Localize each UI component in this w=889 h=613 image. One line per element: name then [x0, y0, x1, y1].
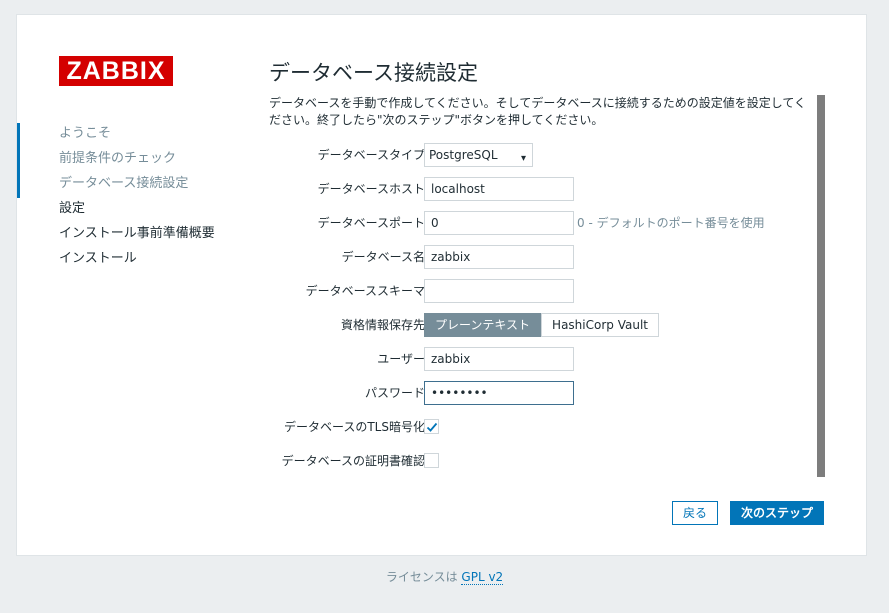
row-cred-store: 資格情報保存先 プレーンテキスト HashiCorp Vault	[269, 313, 817, 337]
cred-store-label: 資格情報保存先	[340, 318, 425, 332]
setup-steps: ようこそ 前提条件のチェック データベース接続設定 設定 インストール事前準備概…	[17, 123, 247, 273]
db-type-label: データベースタイプ	[317, 148, 425, 162]
form-description: データベースを手動で作成してください。そしてデータベースに接続するための設定値を…	[269, 96, 807, 127]
cert-verify-checkbox[interactable]	[424, 453, 439, 468]
user-input[interactable]: zabbix	[424, 347, 574, 371]
license-text: ライセンスは	[385, 570, 458, 584]
password-input[interactable]: ••••••••	[424, 381, 574, 405]
db-host-label: データベースホスト	[317, 182, 425, 196]
gpl-license-link[interactable]: GPL v2	[461, 570, 504, 585]
tls-checkbox[interactable]	[424, 419, 439, 434]
zabbix-logo: ZABBIX	[59, 56, 173, 86]
db-host-input[interactable]: localhost	[424, 177, 574, 201]
row-db-port: データベースポート 0 0 - デフォルトのポート番号を使用	[269, 211, 817, 235]
form-scrollbar[interactable]	[817, 95, 825, 477]
next-step-button[interactable]: 次のステップ	[730, 501, 825, 525]
db-name-label: データベース名	[341, 250, 425, 264]
row-password: パスワード ••••••••	[269, 381, 817, 405]
step-db-connection: データベース接続設定	[17, 173, 247, 198]
db-port-hint: 0 - デフォルトのポート番号を使用	[577, 216, 765, 230]
step-install: インストール	[59, 251, 137, 266]
cred-store-vault-option[interactable]: HashiCorp Vault	[541, 313, 659, 337]
chevron-down-icon: ▾	[520, 153, 526, 164]
db-port-input[interactable]: 0	[424, 211, 574, 235]
checkmark-icon	[426, 422, 438, 432]
db-name-input[interactable]: zabbix	[424, 245, 574, 269]
tls-label: データベースのTLS暗号化	[283, 420, 425, 434]
db-type-select[interactable]: PostgreSQL ▾	[424, 143, 533, 167]
back-button[interactable]: 戻る	[672, 501, 719, 525]
cred-store-plaintext-option[interactable]: プレーンテキスト	[424, 313, 542, 337]
user-label: ユーザー	[377, 352, 425, 366]
cert-verify-label: データベースの証明書確認	[281, 454, 425, 468]
row-db-host: データベースホスト localhost	[269, 177, 817, 201]
row-user: ユーザー zabbix	[269, 347, 817, 371]
step-settings: 設定	[59, 201, 86, 216]
row-tls: データベースのTLS暗号化	[269, 415, 817, 439]
setup-card: ZABBIX ようこそ 前提条件のチェック データベース接続設定 設定 インスト…	[16, 14, 867, 556]
row-db-schema: データベーススキーマ	[269, 279, 817, 303]
page-title: データベース接続設定	[269, 61, 478, 85]
password-label: パスワード	[364, 386, 425, 400]
cred-store-segmented: プレーンテキスト HashiCorp Vault	[424, 313, 659, 337]
db-type-value: PostgreSQL	[429, 148, 498, 162]
step-welcome: ようこそ	[17, 123, 247, 148]
db-schema-label: データベーススキーマ	[305, 284, 425, 298]
license-footer: ライセンスは GPL v2	[0, 568, 889, 585]
db-port-label: データベースポート	[317, 216, 425, 230]
row-cert-verify: データベースの証明書確認	[269, 449, 817, 473]
db-form-panel: データベースを手動で作成してください。そしてデータベースに接続するための設定値を…	[269, 95, 817, 477]
step-pre-install-summary: インストール事前準備概要	[59, 226, 215, 241]
row-db-type: データベースタイプ PostgreSQL ▾	[269, 143, 817, 167]
db-schema-input[interactable]	[424, 279, 574, 303]
row-db-name: データベース名 zabbix	[269, 245, 817, 269]
step-prerequisites: 前提条件のチェック	[17, 148, 247, 173]
